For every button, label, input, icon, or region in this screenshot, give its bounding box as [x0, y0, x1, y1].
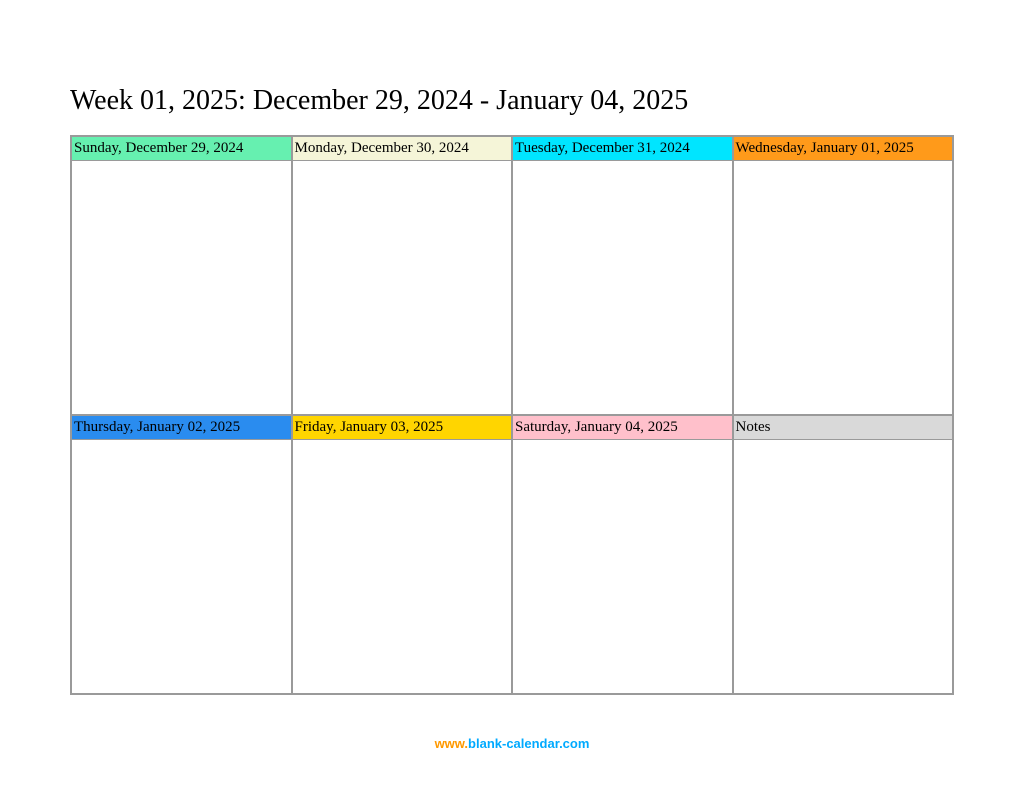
day-cell-sunday: Sunday, December 29, 2024	[71, 136, 292, 415]
week-grid: Sunday, December 29, 2024 Monday, Decemb…	[70, 135, 954, 695]
notes-body[interactable]	[734, 440, 953, 693]
day-header: Saturday, January 04, 2025	[513, 416, 732, 440]
day-body[interactable]	[72, 440, 291, 693]
day-header: Monday, December 30, 2024	[293, 137, 512, 161]
day-cell-monday: Monday, December 30, 2024	[292, 136, 513, 415]
notes-cell: Notes	[733, 415, 954, 694]
day-body[interactable]	[734, 161, 953, 414]
calendar-container: Week 01, 2025: December 29, 2024 - Janua…	[0, 0, 1024, 695]
footer-text-domain: blank-calendar.com	[468, 736, 589, 751]
footer-text-prefix: www.	[435, 736, 468, 751]
day-cell-thursday: Thursday, January 02, 2025	[71, 415, 292, 694]
day-cell-wednesday: Wednesday, January 01, 2025	[733, 136, 954, 415]
day-body[interactable]	[293, 440, 512, 693]
day-body[interactable]	[72, 161, 291, 414]
day-body[interactable]	[293, 161, 512, 414]
day-cell-friday: Friday, January 03, 2025	[292, 415, 513, 694]
footer-link[interactable]: www.blank-calendar.com	[0, 736, 1024, 751]
day-header: Thursday, January 02, 2025	[72, 416, 291, 440]
day-header: Friday, January 03, 2025	[293, 416, 512, 440]
day-cell-saturday: Saturday, January 04, 2025	[512, 415, 733, 694]
page-title: Week 01, 2025: December 29, 2024 - Janua…	[70, 85, 954, 117]
day-body[interactable]	[513, 161, 732, 414]
day-header: Wednesday, January 01, 2025	[734, 137, 953, 161]
day-header: Notes	[734, 416, 953, 440]
day-cell-tuesday: Tuesday, December 31, 2024	[512, 136, 733, 415]
day-header: Tuesday, December 31, 2024	[513, 137, 732, 161]
grid-row-1: Sunday, December 29, 2024 Monday, Decemb…	[71, 136, 953, 415]
day-body[interactable]	[513, 440, 732, 693]
day-header: Sunday, December 29, 2024	[72, 137, 291, 161]
grid-row-2: Thursday, January 02, 2025 Friday, Janua…	[71, 415, 953, 694]
